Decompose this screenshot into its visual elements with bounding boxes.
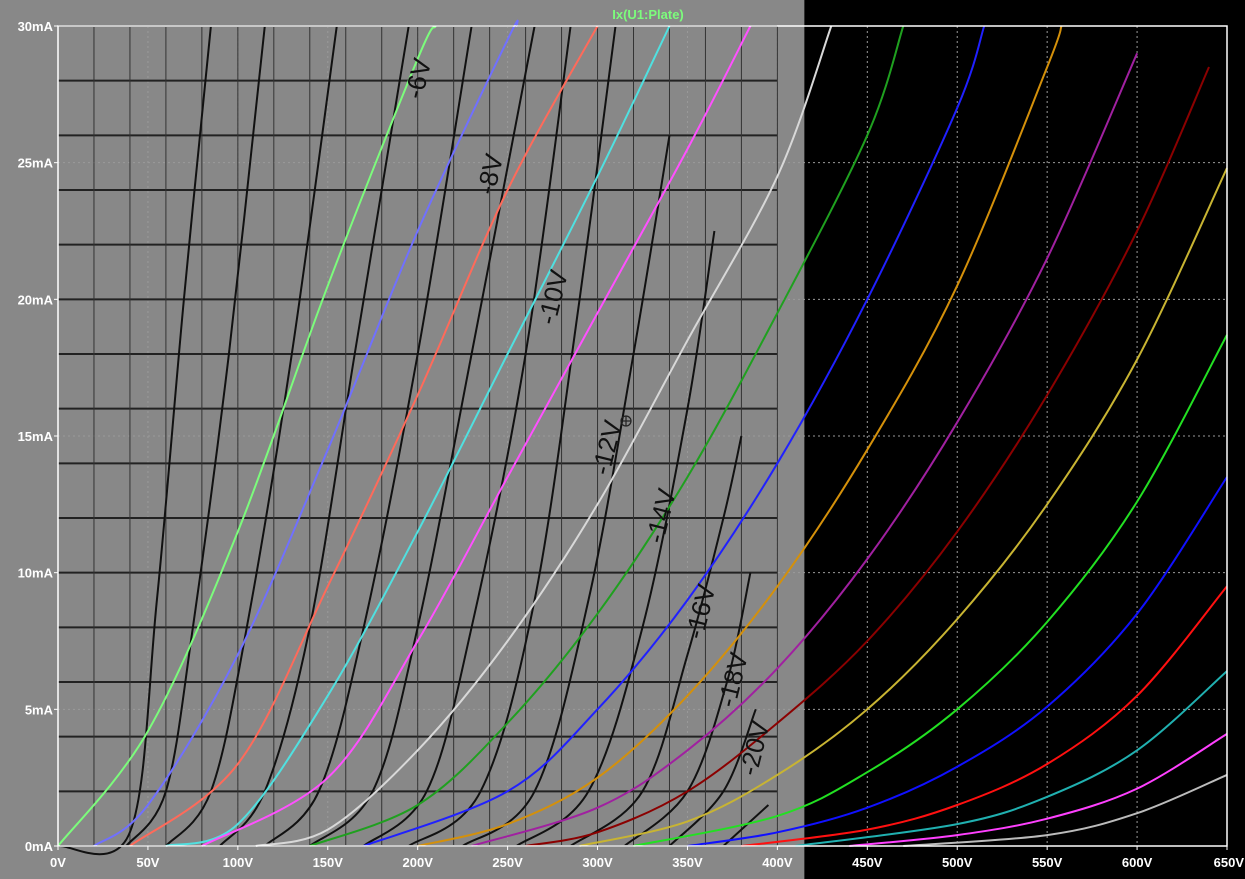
x-tick-label-5: 250V bbox=[492, 855, 523, 870]
x-tick-label-0: 0V bbox=[50, 855, 66, 870]
y-tick-label-4: 20mA bbox=[18, 292, 54, 307]
x-tick-label-13: 650V bbox=[1214, 855, 1245, 870]
x-tick-label-7: 350V bbox=[672, 855, 703, 870]
x-tick-label-1: 50V bbox=[136, 855, 159, 870]
x-tick-label-11: 550V bbox=[1032, 855, 1063, 870]
x-tick-label-3: 150V bbox=[313, 855, 344, 870]
y-tick-label-1: 5mA bbox=[25, 702, 54, 717]
x-tick-label-6: 300V bbox=[582, 855, 613, 870]
plate-characteristics-chart: -6V-8V-10V-12V-14V-16V-18V-20V 0V 50V 100V… bbox=[0, 0, 1245, 879]
y-tick-label-2: 10mA bbox=[18, 566, 54, 581]
x-tick-label-9: 450V bbox=[852, 855, 883, 870]
y-tick-label-5: 25mA bbox=[18, 156, 54, 171]
x-tick-label-8: 400V bbox=[762, 855, 793, 870]
y-tick-label-3: 15mA bbox=[18, 429, 54, 444]
x-tick-label-10: 500V bbox=[942, 855, 973, 870]
y-tick-label-0: 0mA bbox=[25, 839, 54, 854]
x-tick-label-2: 100V bbox=[223, 855, 254, 870]
x-tick-label-12: 600V bbox=[1122, 855, 1153, 870]
trace-label[interactable]: Ix(U1:Plate) bbox=[612, 7, 684, 22]
x-tick-label-4: 200V bbox=[403, 855, 434, 870]
cursor-crosshair-icon[interactable] bbox=[620, 415, 632, 427]
y-tick-label-6: 30mA bbox=[18, 19, 54, 34]
